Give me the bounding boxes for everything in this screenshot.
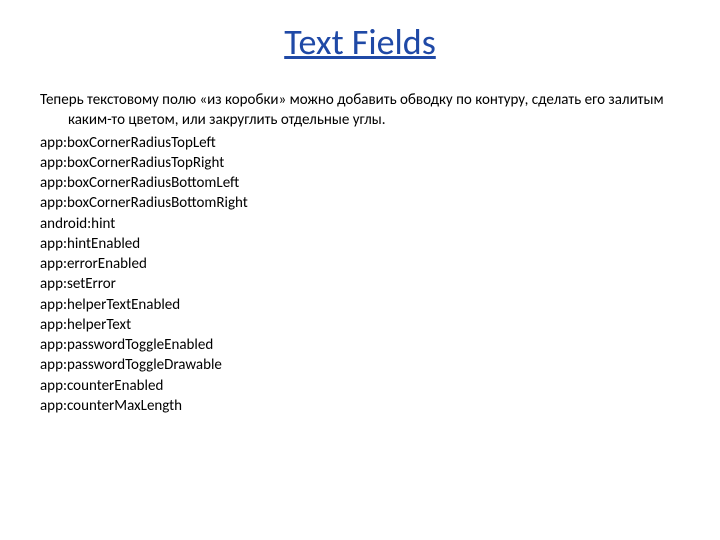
attribute-list: app:boxCornerRadiusTopLeft app:boxCorner… bbox=[40, 133, 680, 417]
title-link[interactable]: Text Fields bbox=[284, 20, 436, 64]
list-item: app:boxCornerRadiusBottomRight bbox=[40, 193, 680, 213]
list-item: app:boxCornerRadiusBottomLeft bbox=[40, 173, 680, 193]
list-item: app:boxCornerRadiusTopRight bbox=[40, 153, 680, 173]
slide-body: Теперь текстовому полю «из коробки» можн… bbox=[40, 90, 680, 416]
list-item: app:errorEnabled bbox=[40, 254, 680, 274]
list-item: app:counterEnabled bbox=[40, 376, 680, 396]
list-item: app:boxCornerRadiusTopLeft bbox=[40, 133, 680, 153]
intro-text: Теперь текстовому полю «из коробки» можн… bbox=[40, 90, 680, 131]
list-item: app:passwordToggleDrawable bbox=[40, 355, 680, 375]
list-item: app:hintEnabled bbox=[40, 234, 680, 254]
list-item: android:hint bbox=[40, 214, 680, 234]
list-item: app:helperTextEnabled bbox=[40, 295, 680, 315]
list-item: app:counterMaxLength bbox=[40, 396, 680, 416]
slide: Text Fields Теперь текстовому полю «из к… bbox=[0, 0, 720, 540]
list-item: app:setError bbox=[40, 274, 680, 294]
slide-title: Text Fields bbox=[40, 20, 680, 64]
list-item: app:helperText bbox=[40, 315, 680, 335]
list-item: app:passwordToggleEnabled bbox=[40, 335, 680, 355]
intro-paragraph: Теперь текстовому полю «из коробки» можн… bbox=[40, 90, 680, 131]
